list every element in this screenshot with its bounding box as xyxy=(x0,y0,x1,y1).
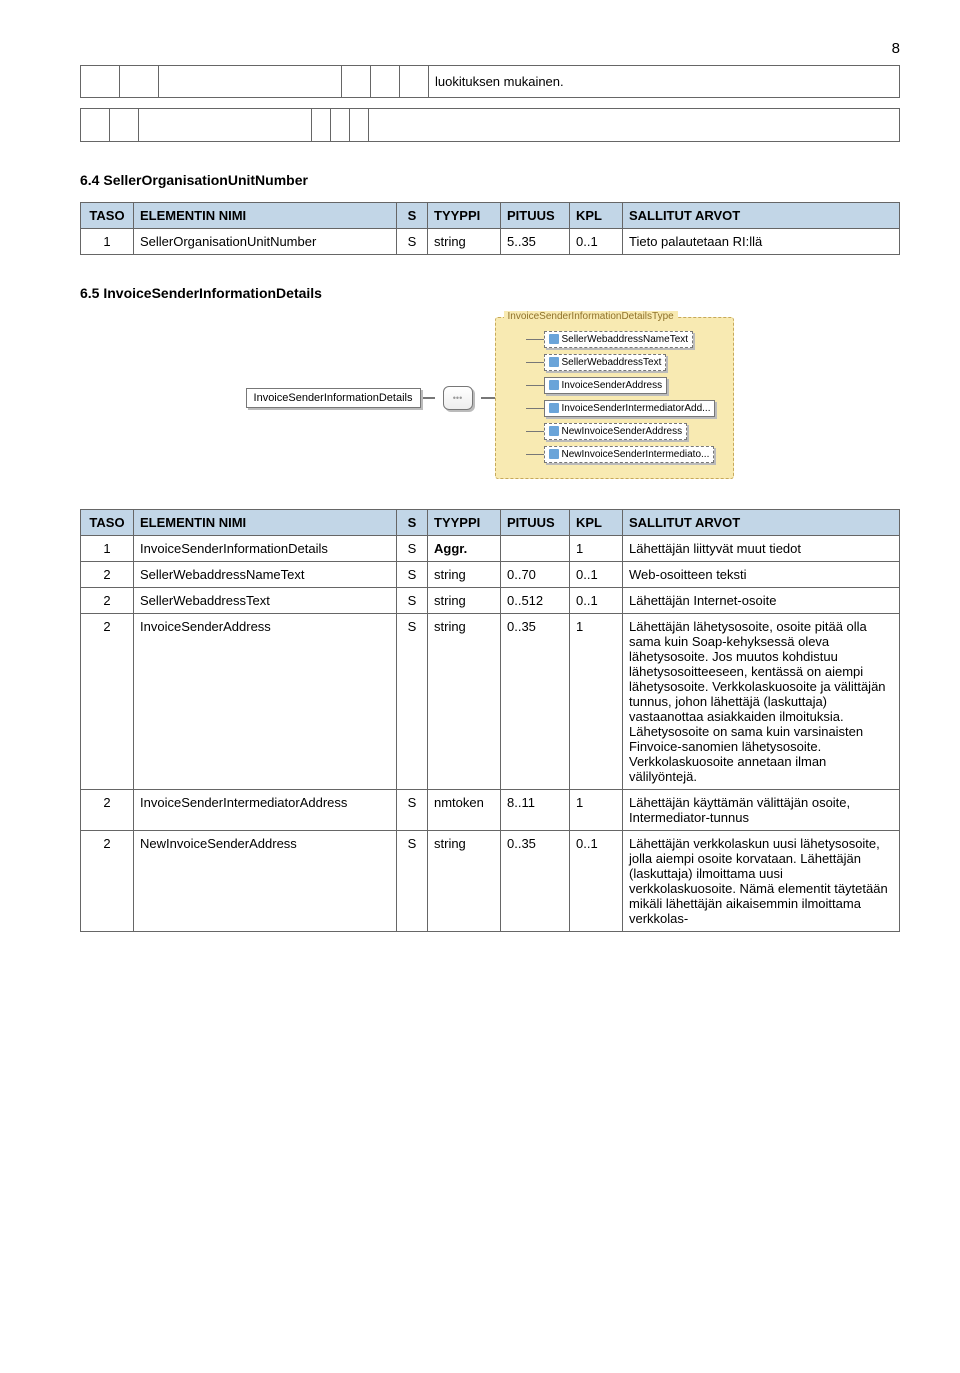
table-row: 2InvoiceSenderIntermediatorAddressSnmtok… xyxy=(81,790,900,831)
cell: 1 xyxy=(81,229,134,255)
cell: 0..1 xyxy=(570,562,623,588)
cell: NewInvoiceSenderAddress xyxy=(134,831,397,932)
th-pituus: PITUUS xyxy=(501,510,570,536)
cell: 2 xyxy=(81,831,134,932)
cell: 0..70 xyxy=(501,562,570,588)
cell: Web-osoitteen teksti xyxy=(623,562,900,588)
table-row: 2NewInvoiceSenderAddressSstring0..350..1… xyxy=(81,831,900,932)
diagram-item-label: SellerWebaddressNameText xyxy=(562,334,689,345)
cell: 0..1 xyxy=(570,831,623,932)
cell: 8..11 xyxy=(501,790,570,831)
diagram-item-label: NewInvoiceSenderAddress xyxy=(562,426,683,437)
th-pituus: PITUUS xyxy=(501,203,570,229)
cell: string xyxy=(428,562,501,588)
table-row: 2SellerWebaddressTextSstring0..5120..1Lä… xyxy=(81,588,900,614)
th-nimi: ELEMENTIN NIMI xyxy=(134,510,397,536)
cell: 0..512 xyxy=(501,588,570,614)
th-tyyppi: TYYPPI xyxy=(428,510,501,536)
diagram-item-label: InvoiceSenderAddress xyxy=(562,380,663,391)
table-64: TASO ELEMENTIN NIMI S TYYPPI PITUUS KPL … xyxy=(80,202,900,255)
cell: 2 xyxy=(81,588,134,614)
section-heading-64: 6.4 SellerOrganisationUnitNumber xyxy=(80,172,900,188)
cell: string xyxy=(428,588,501,614)
diagram-group-title: InvoiceSenderInformationDetailsType xyxy=(504,311,678,322)
diagram-item: InvoiceSenderIntermediatorAdd... xyxy=(526,397,716,420)
cell: 1 xyxy=(570,614,623,790)
cell: 2 xyxy=(81,790,134,831)
cell: Lähettäjän verkkolaskun uusi lähetysosoi… xyxy=(623,831,900,932)
cell: 0..1 xyxy=(570,588,623,614)
table-row: 2InvoiceSenderAddressSstring0..351Lähett… xyxy=(81,614,900,790)
cell: SellerWebaddressText xyxy=(134,588,397,614)
section-heading-65: 6.5 InvoiceSenderInformationDetails xyxy=(80,285,900,301)
hanging-continuation-table: luokituksen mukainen. xyxy=(80,65,900,98)
cell: 2 xyxy=(81,614,134,790)
cell: Aggr. xyxy=(428,536,501,562)
th-kpl: KPL xyxy=(570,203,623,229)
cell: Lähettäjän lähetysosoite, osoite pitää o… xyxy=(623,614,900,790)
cell: string xyxy=(428,229,501,255)
sequence-icon: ••• xyxy=(443,386,473,410)
cell: 2 xyxy=(81,562,134,588)
cell: 5..35 xyxy=(501,229,570,255)
cell: 0..35 xyxy=(501,831,570,932)
diagram-item: NewInvoiceSenderAddress xyxy=(526,420,716,443)
table-65: TASO ELEMENTIN NIMI S TYYPPI PITUUS KPL … xyxy=(80,509,900,932)
schema-diagram: InvoiceSenderInformationDetails ••• Invo… xyxy=(80,317,900,479)
diagram-item: NewInvoiceSenderIntermediato... xyxy=(526,443,716,466)
th-tyyppi: TYYPPI xyxy=(428,203,501,229)
cell: 0..35 xyxy=(501,614,570,790)
th-arvot: SALLITUT ARVOT xyxy=(623,203,900,229)
cell: S xyxy=(397,229,428,255)
cell: S xyxy=(397,790,428,831)
cell: SellerWebaddressNameText xyxy=(134,562,397,588)
cell: string xyxy=(428,614,501,790)
cell: InvoiceSenderIntermediatorAddress xyxy=(134,790,397,831)
hanging-text: luokituksen mukainen. xyxy=(429,66,900,98)
cell: Lähettäjän liittyvät muut tiedot xyxy=(623,536,900,562)
diagram-item-label: SellerWebaddressText xyxy=(562,357,662,368)
table-row: 1InvoiceSenderInformationDetailsSAggr.1L… xyxy=(81,536,900,562)
cell: Tieto palautetaan RI:llä xyxy=(623,229,900,255)
th-s: S xyxy=(397,510,428,536)
cell: S xyxy=(397,614,428,790)
diagram-root-box: InvoiceSenderInformationDetails xyxy=(246,388,421,408)
cell: 1 xyxy=(570,790,623,831)
th-kpl: KPL xyxy=(570,510,623,536)
cell: 0..1 xyxy=(570,229,623,255)
table-row: 1SellerOrganisationUnitNumberSstring5..3… xyxy=(81,229,900,255)
diagram-item-label: NewInvoiceSenderIntermediato... xyxy=(562,449,710,460)
diagram-item: SellerWebaddressText xyxy=(526,351,716,374)
cell: string xyxy=(428,831,501,932)
blank-row-table xyxy=(80,108,900,142)
th-arvot: SALLITUT ARVOT xyxy=(623,510,900,536)
page-number: 8 xyxy=(80,40,900,57)
cell: S xyxy=(397,831,428,932)
th-taso: TASO xyxy=(81,510,134,536)
th-nimi: ELEMENTIN NIMI xyxy=(134,203,397,229)
cell xyxy=(501,536,570,562)
diagram-item: SellerWebaddressNameText xyxy=(526,328,716,351)
cell: InvoiceSenderAddress xyxy=(134,614,397,790)
cell: S xyxy=(397,588,428,614)
cell: Lähettäjän Internet-osoite xyxy=(623,588,900,614)
cell: S xyxy=(397,562,428,588)
th-taso: TASO xyxy=(81,203,134,229)
cell: S xyxy=(397,536,428,562)
diagram-item-label: InvoiceSenderIntermediatorAdd... xyxy=(562,403,711,414)
cell: SellerOrganisationUnitNumber xyxy=(134,229,397,255)
table-row: 2SellerWebaddressNameTextSstring0..700..… xyxy=(81,562,900,588)
cell: Lähettäjän käyttämän välittäjän osoite, … xyxy=(623,790,900,831)
cell: InvoiceSenderInformationDetails xyxy=(134,536,397,562)
diagram-item: InvoiceSenderAddress xyxy=(526,374,716,397)
th-s: S xyxy=(397,203,428,229)
cell: 1 xyxy=(570,536,623,562)
cell: nmtoken xyxy=(428,790,501,831)
cell: 1 xyxy=(81,536,134,562)
